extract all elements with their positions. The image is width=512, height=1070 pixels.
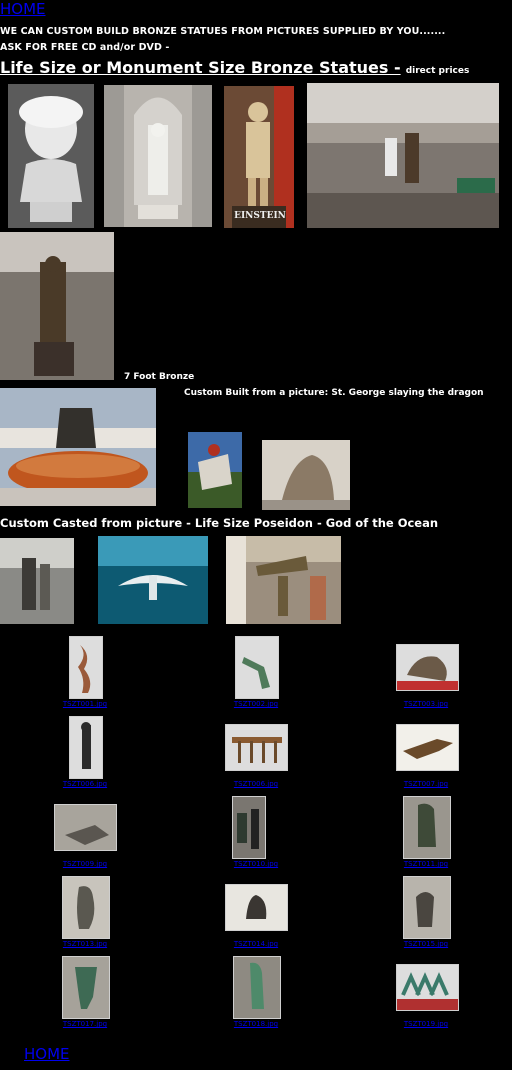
einstein-plinth-text: EINSTEIN — [234, 211, 286, 221]
gallery-thumb-3[interactable] — [396, 644, 459, 691]
gallery-link-4[interactable]: TSZT006.jpg — [25, 780, 145, 788]
gallery-thumb-6[interactable] — [396, 724, 459, 771]
seven-foot-caption: 7 Foot Bronze — [124, 372, 195, 382]
st-george-clay-model — [262, 440, 350, 510]
gallery-link-5[interactable]: TSZT006.jpg — [196, 780, 316, 788]
gallery-link-15[interactable]: TSZT019.jpg — [366, 1020, 486, 1028]
gallery-link-11[interactable]: TSZT014.jpg — [196, 940, 316, 948]
intro-line-1: WE CAN CUSTOM BUILD BRONZE STATUES FROM … — [0, 26, 446, 37]
home-link-top[interactable]: HOME — [0, 0, 46, 18]
st-george-fountain-photo — [0, 388, 156, 506]
poseidon-factory-photo — [226, 536, 341, 624]
factory-photo-1 — [307, 83, 499, 228]
home-link-bottom[interactable]: HOME — [24, 1045, 70, 1063]
gallery-link-13[interactable]: TSZT017.jpg — [25, 1020, 145, 1028]
gallery-thumb-8[interactable] — [232, 796, 266, 859]
gallery-thumb-11[interactable] — [225, 884, 288, 931]
heading-main: Life Size or Monument Size Bronze Statue… — [0, 58, 401, 77]
gallery-thumb-4[interactable] — [69, 716, 103, 779]
factory-photo-2 — [0, 232, 114, 380]
gallery-link-3[interactable]: TSZT003.jpg — [366, 700, 486, 708]
gallery-link-8[interactable]: TSZT010.jpg — [196, 860, 316, 868]
gallery-thumb-14[interactable] — [233, 956, 281, 1019]
gallery-link-12[interactable]: TSZT015.jpg — [366, 940, 486, 948]
gallery-thumb-9[interactable] — [403, 796, 451, 859]
gallery-link-6[interactable]: TSZT007.jpg — [366, 780, 486, 788]
gallery-thumb-2[interactable] — [235, 636, 279, 699]
poseidon-photo-1 — [0, 538, 74, 624]
gallery-link-2[interactable]: TSZT002.jpg — [196, 700, 316, 708]
poseidon-ocean-photo — [98, 536, 208, 624]
gallery-thumb-1[interactable] — [69, 636, 103, 699]
gallery-thumb-10[interactable] — [62, 876, 110, 939]
gallery-thumb-15[interactable] — [396, 964, 459, 1011]
gallery-link-9[interactable]: TSZT011.jpg — [366, 860, 486, 868]
page-heading: Life Size or Monument Size Bronze Statue… — [0, 58, 469, 77]
heading-small: direct prices — [405, 66, 470, 76]
gallery-thumb-5[interactable] — [225, 724, 288, 771]
einstein-gold-statue-photo: EINSTEIN — [224, 86, 294, 228]
einstein-bust-photo — [8, 84, 94, 228]
st-george-caption: Custom Built from a picture: St. George … — [184, 388, 484, 398]
poseidon-heading: Custom Casted from picture - Life Size P… — [0, 516, 439, 530]
gallery-link-1[interactable]: TSZT001.jpg — [25, 700, 145, 708]
gallery-link-14[interactable]: TSZT018.jpg — [196, 1020, 316, 1028]
gallery-thumb-7[interactable] — [54, 804, 117, 851]
statue-niche-photo — [104, 85, 212, 227]
gallery-link-10[interactable]: TSZT013.jpg — [25, 940, 145, 948]
gallery-thumb-12[interactable] — [403, 876, 451, 939]
intro-line-2: ASK FOR FREE CD and/or DVD - — [0, 42, 170, 53]
gallery-link-7[interactable]: TSZT009.jpg — [25, 860, 145, 868]
st-george-painting — [188, 432, 242, 508]
gallery-thumb-13[interactable] — [62, 956, 110, 1019]
